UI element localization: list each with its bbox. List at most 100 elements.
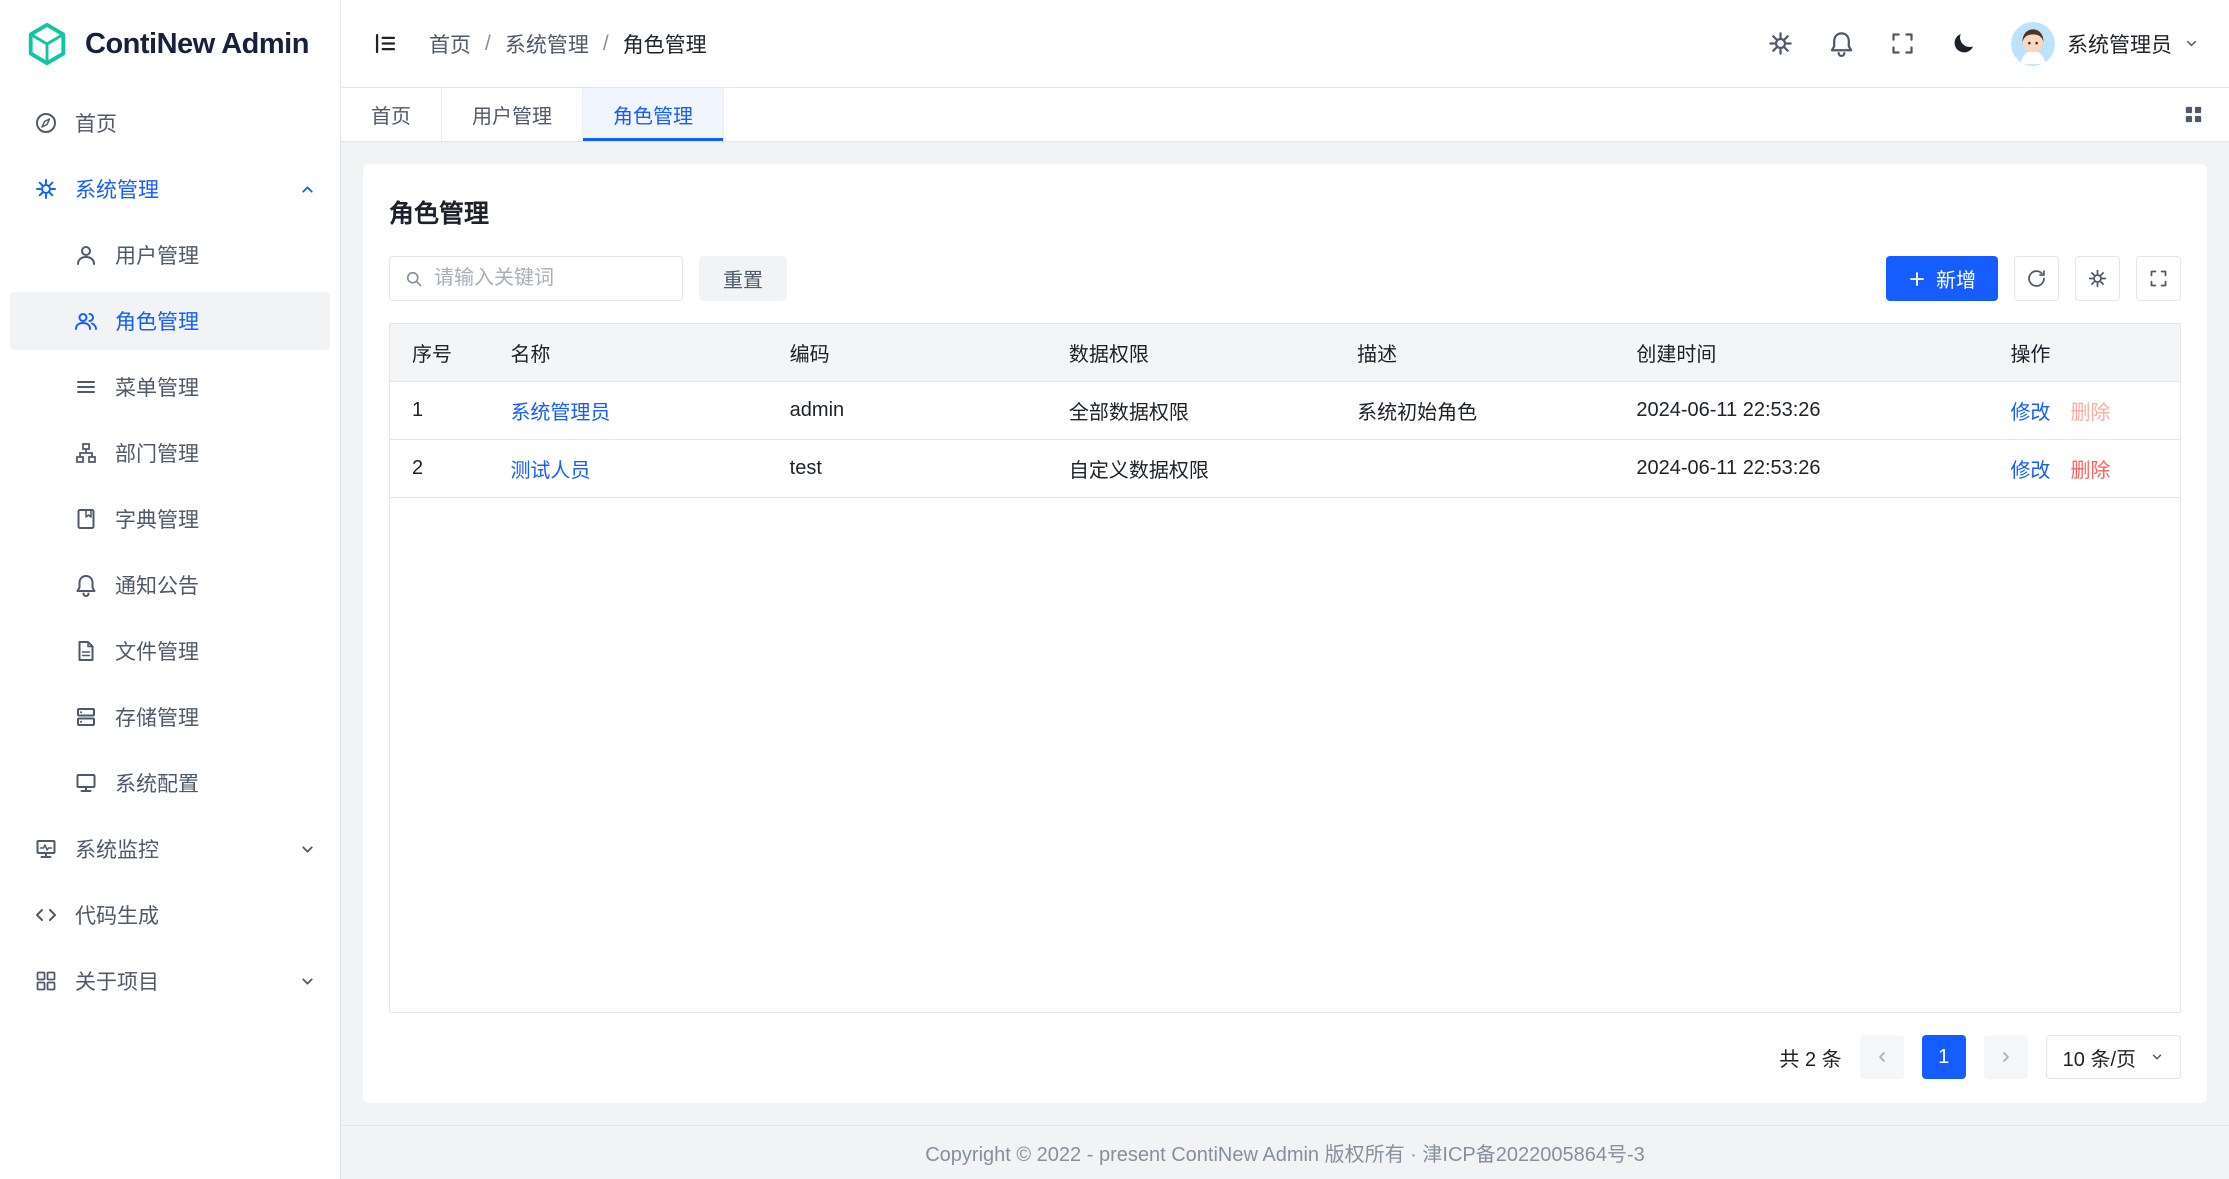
users-icon [74, 309, 98, 333]
column-header-6: 操作 [1988, 324, 2180, 381]
sidebar-item-system-monitor[interactable]: 系统监控 [10, 820, 330, 878]
tab-label: 用户管理 [472, 100, 552, 129]
menu-fold-icon [372, 30, 399, 57]
table-fullscreen-button[interactable] [2136, 256, 2181, 301]
user-icon [74, 243, 98, 267]
dark-mode-button[interactable] [1950, 30, 1977, 57]
expand-icon [2148, 268, 2169, 289]
sidebar-item-dict-management[interactable]: 字典管理 [10, 490, 330, 548]
breadcrumb-separator: / [603, 32, 609, 56]
pagination-prev-button[interactable] [1860, 1035, 1904, 1079]
column-header-1: 名称 [488, 324, 767, 381]
column-header-2: 编码 [768, 324, 1047, 381]
avatar [2011, 22, 2055, 66]
tab-user-management[interactable]: 用户管理 [442, 88, 583, 141]
storage-icon [74, 705, 98, 729]
table-row: 2测试人员test自定义数据权限2024-06-11 22:53:26修改删除 [390, 439, 2180, 497]
table-cell-scope: 全部数据权限 [1047, 381, 1335, 439]
fullscreen-icon [1889, 30, 1916, 57]
chevron-left-icon [1874, 1049, 1890, 1065]
sidebar-item-label: 菜单管理 [115, 372, 316, 402]
add-button-label: 新增 [1936, 264, 1976, 293]
column-header-3: 数据权限 [1047, 324, 1335, 381]
delete-action-link[interactable]: 删除 [2070, 402, 2110, 424]
tab-role-management[interactable]: 角色管理 [583, 88, 724, 141]
config-monitor-icon [74, 771, 98, 795]
sidebar-item-system-management[interactable]: 系统管理 [10, 160, 330, 218]
fullscreen-button[interactable] [1889, 30, 1916, 57]
table-cell-desc: 系统初始角色 [1335, 381, 1614, 439]
pagination: 共 2 条 1 10 条/页 [389, 1035, 2181, 1079]
sidebar-item-storage-management[interactable]: 存储管理 [10, 688, 330, 746]
edit-action-link[interactable]: 修改 [2010, 460, 2050, 482]
tab-bar: 首页 用户管理 角色管理 [341, 88, 2229, 142]
reset-button[interactable]: 重置 [699, 256, 787, 301]
bell-icon [1828, 30, 1855, 57]
file-icon [74, 639, 98, 663]
sidebar-item-role-management[interactable]: 角色管理 [10, 292, 330, 350]
sidebar-item-dept-management[interactable]: 部门管理 [10, 424, 330, 482]
delete-action-link[interactable]: 删除 [2070, 460, 2110, 482]
breadcrumb-item-2[interactable]: 角色管理 [623, 29, 707, 59]
dashboard-icon [34, 111, 58, 135]
sidebar-item-home[interactable]: 首页 [10, 94, 330, 152]
chevron-right-icon [1998, 1049, 2014, 1065]
pagination-next-button[interactable] [1984, 1035, 2028, 1079]
page-size-select[interactable]: 10 条/页 [2046, 1035, 2181, 1079]
table-cell-name: 测试人员 [488, 439, 767, 497]
chevron-up-icon [299, 181, 316, 198]
grid-icon[interactable] [2182, 103, 2205, 126]
sidebar-item-about-project[interactable]: 关于项目 [10, 952, 330, 1010]
menu-list-icon [74, 375, 98, 399]
sidebar-item-code-generation[interactable]: 代码生成 [10, 886, 330, 944]
page-title: 角色管理 [389, 194, 2181, 230]
sidebar-item-label: 角色管理 [115, 306, 316, 336]
table-cell-actions: 修改删除 [1988, 439, 2180, 497]
sidebar-item-label: 通知公告 [115, 570, 316, 600]
sidebar-collapse-button[interactable] [363, 22, 407, 66]
app-logo: ContiNew Admin [0, 0, 340, 88]
edit-action-link[interactable]: 修改 [2010, 402, 2050, 424]
search-input[interactable] [434, 267, 668, 290]
sidebar-item-notice[interactable]: 通知公告 [10, 556, 330, 614]
tab-bar-extra [2182, 88, 2229, 141]
table-header-row: 序号名称编码数据权限描述创建时间操作 [390, 324, 2180, 381]
breadcrumb-item-1[interactable]: 系统管理 [505, 29, 589, 59]
role-name-link[interactable]: 系统管理员 [510, 402, 610, 424]
gear-icon [34, 177, 58, 201]
footer: Copyright © 2022 - present ContiNew Admi… [341, 1125, 2229, 1179]
tab-home[interactable]: 首页 [341, 88, 442, 141]
table-cell-name: 系统管理员 [488, 381, 767, 439]
pagination-page-button[interactable]: 1 [1922, 1035, 1966, 1079]
sidebar-item-menu-management[interactable]: 菜单管理 [10, 358, 330, 416]
sidebar-item-label: 系统配置 [115, 768, 316, 798]
role-name-link[interactable]: 测试人员 [510, 460, 590, 482]
moon-icon [1950, 30, 1977, 57]
sidebar-item-system-config[interactable]: 系统配置 [10, 754, 330, 812]
table-cell-created: 2024-06-11 22:53:26 [1614, 439, 1988, 497]
sidebar-item-file-management[interactable]: 文件管理 [10, 622, 330, 680]
refresh-button[interactable] [2014, 256, 2059, 301]
chevron-down-icon [299, 973, 316, 990]
column-header-0: 序号 [390, 324, 488, 381]
notifications-button[interactable] [1828, 30, 1855, 57]
table-row: 1系统管理员admin全部数据权限系统初始角色2024-06-11 22:53:… [390, 381, 2180, 439]
sidebar-item-label: 字典管理 [115, 504, 316, 534]
table-settings-button[interactable] [2075, 256, 2120, 301]
app-title: ContiNew Admin [85, 28, 309, 61]
bell-icon [74, 573, 98, 597]
settings-button[interactable] [1767, 30, 1794, 57]
sidebar-item-label: 文件管理 [115, 636, 316, 666]
sidebar-item-label: 用户管理 [115, 240, 316, 270]
copyright-text: Copyright © 2022 - present ContiNew Admi… [925, 1138, 1645, 1167]
add-button[interactable]: 新增 [1886, 256, 1998, 301]
breadcrumb-item-0[interactable]: 首页 [429, 29, 471, 59]
chevron-down-icon [2184, 36, 2199, 51]
refresh-icon [2026, 268, 2047, 289]
sidebar-item-label: 首页 [75, 108, 316, 138]
sidebar-item-label: 系统监控 [75, 834, 299, 864]
sidebar-item-user-management[interactable]: 用户管理 [10, 226, 330, 284]
tab-label: 角色管理 [613, 100, 693, 129]
chevron-down-icon [2150, 1050, 2164, 1064]
user-menu[interactable]: 系统管理员 [2011, 22, 2199, 66]
